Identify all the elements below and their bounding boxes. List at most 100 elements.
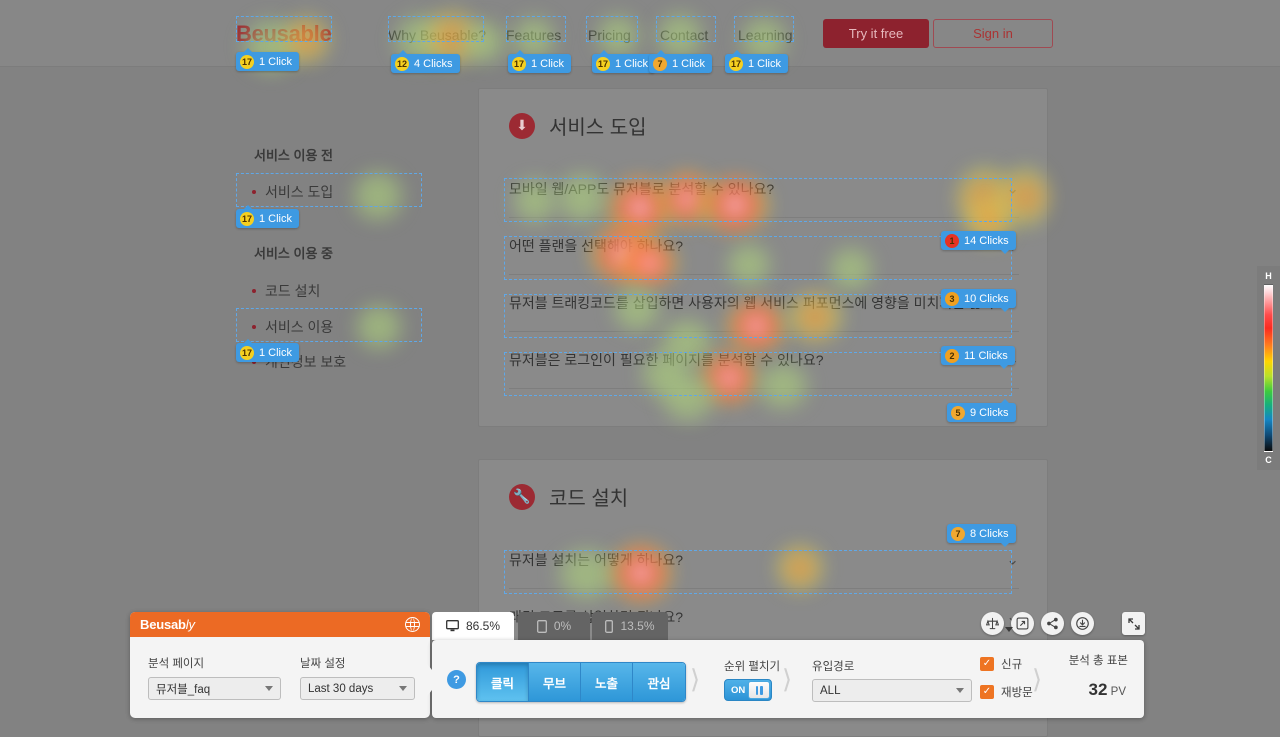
divider-chevron: ⟩ <box>690 664 701 694</box>
faq-question-text: 모바일 웹/APP도 뮤저블로 분석할 수 있나요? <box>509 181 775 197</box>
callout-tail <box>999 365 1008 369</box>
callout-tail <box>244 48 252 52</box>
device-tab-desktop[interactable]: 86.5% <box>432 612 514 640</box>
click-count-badge[interactable]: 7 1 Click <box>649 50 713 73</box>
legend-gradient-bar <box>1264 284 1273 452</box>
click-count-badge[interactable]: 1 14 Clicks <box>941 231 1016 254</box>
rank-toggle[interactable]: ON <box>724 679 772 701</box>
sidebar-group-title: 서비스 이용 전 <box>254 148 333 163</box>
click-count-badge[interactable]: 17 1 Click <box>236 339 300 362</box>
bullet-icon <box>252 289 256 294</box>
callout-tail <box>244 205 252 209</box>
callout-tail <box>1000 308 1009 312</box>
divider-chevron: ⟩ <box>1032 664 1043 694</box>
click-count-label: 1 Click <box>259 346 293 359</box>
click-count-label: 4 Clicks <box>414 57 453 70</box>
divider-chevron: ⟩ <box>782 664 793 694</box>
visitor-filter-0[interactable]: ✓ 신규 <box>980 656 1022 672</box>
sample-value-row: 32 PV <box>1089 680 1126 700</box>
download-icon[interactable] <box>1071 612 1094 635</box>
mode-button-0[interactable]: 클릭 <box>477 663 529 701</box>
compare-icon[interactable] <box>981 612 1004 635</box>
rank-badge: 17 <box>596 56 610 71</box>
click-count-label: 11 Clicks <box>964 349 1008 362</box>
globe-icon[interactable] <box>405 617 420 632</box>
click-count-badge[interactable]: 17 1 Click <box>508 50 572 73</box>
click-count-label: 10 Clicks <box>964 292 1009 305</box>
beusably-logo-main: Beusab <box>140 617 186 632</box>
date-select[interactable]: Last 30 days <box>300 677 415 700</box>
beusably-logo: Beusably <box>140 617 195 632</box>
faq-question-row[interactable]: 뮤저블 설치는 어떻게 하나요? ⌄ <box>509 532 1019 589</box>
site-logo[interactable]: Beusable <box>236 21 332 47</box>
faq-question-text: 뮤저블 설치는 어떻게 하나요? <box>509 552 684 568</box>
legend-hot-label: H <box>1265 271 1272 281</box>
mode-button-2[interactable]: 노출 <box>581 663 633 701</box>
click-count-badge[interactable]: 17 1 Click <box>592 50 656 73</box>
collapse-panel-button[interactable] <box>1122 612 1145 635</box>
nav-link-2[interactable]: Pricing <box>588 27 631 43</box>
click-count-badge[interactable]: 5 9 Clicks <box>947 399 1016 422</box>
click-count-label: 1 Click <box>672 57 706 70</box>
sidebar-item-label: 코드 설치 <box>265 283 321 299</box>
sample-unit: PV <box>1110 686 1126 698</box>
device-tab-tablet[interactable]: 0% <box>518 612 590 640</box>
panel-collapse-notch[interactable] <box>424 660 440 700</box>
sidebar-item-label: 서비스 이용 <box>265 319 334 335</box>
click-count-badge[interactable]: 12 4 Clicks <box>391 50 460 73</box>
sign-in-button[interactable]: Sign in <box>933 19 1053 48</box>
panel-header: Beusably <box>130 612 430 637</box>
referrer-select[interactable]: ALL <box>812 679 972 702</box>
referrer-select-value: ALL <box>820 684 841 697</box>
page-select[interactable]: 뮤저블_faq <box>148 677 281 700</box>
visitor-filter-label: 신규 <box>1001 659 1023 671</box>
faq-card-title: 서비스 도입 <box>549 117 647 139</box>
nav-link-3[interactable]: Contact <box>660 27 708 43</box>
nav-link-4[interactable]: Learning <box>738 27 793 43</box>
click-count-label: 9 Clicks <box>970 406 1009 419</box>
callout-tail <box>1000 543 1009 547</box>
mode-button-1[interactable]: 무브 <box>529 663 581 701</box>
desktop-icon <box>446 620 459 632</box>
checkbox-checked-icon: ✓ <box>980 685 994 699</box>
device-tab-mobile[interactable]: 13.5% <box>592 612 668 640</box>
sidebar-item-3[interactable]: 코드 설치 <box>252 281 320 301</box>
try-it-free-button[interactable]: Try it free <box>823 19 929 48</box>
bullet-icon <box>252 325 256 330</box>
click-count-badge[interactable]: 2 11 Clicks <box>941 346 1015 369</box>
page-field-label: 분석 페이지 <box>148 658 205 670</box>
sidebar-item-4[interactable]: 서비스 이용 <box>252 317 333 337</box>
compare-dropdown-caret[interactable] <box>1005 627 1013 632</box>
chevron-down-icon[interactable]: ⌄ <box>1006 553 1019 568</box>
heatmap-controls-panel: 클릭 무브 노출 관심 ⟩ 순위 펼치기 ON ⟩ 유입경로 ALL ✓ 신규 ✓ 재방문 … <box>432 640 1144 718</box>
nav-link-0[interactable]: Why Beusable? <box>388 27 486 43</box>
click-count-badge[interactable]: 17 1 Click <box>236 205 300 228</box>
device-tab-value: 13.5% <box>620 619 655 633</box>
mode-button-3[interactable]: 관심 <box>633 663 685 701</box>
callout-tail <box>1000 250 1009 254</box>
visitor-filter-label: 재방문 <box>1001 687 1033 699</box>
edit-icon[interactable] <box>1011 612 1034 635</box>
device-tab-value: 0% <box>553 619 572 633</box>
help-button[interactable]: ? <box>447 670 466 689</box>
rank-toggle-state: ON <box>731 684 746 696</box>
click-count-badge[interactable]: 17 1 Click <box>236 48 300 71</box>
sample-value: 32 <box>1088 680 1108 699</box>
beusably-logo-italic: ly <box>185 617 195 632</box>
click-count-badge[interactable]: 7 8 Clicks <box>947 524 1016 547</box>
click-count-badge[interactable]: 17 1 Click <box>725 50 789 73</box>
click-count-label: 1 Click <box>748 57 782 70</box>
click-count-label: 1 Click <box>615 57 649 70</box>
chevron-down-icon[interactable]: ⌄ <box>1006 182 1019 197</box>
faq-question-row[interactable]: 모바일 웹/APP도 뮤저블로 분석할 수 있나요? ⌄ <box>509 161 1019 218</box>
share-icon[interactable] <box>1041 612 1064 635</box>
sidebar-item-1[interactable]: 서비스 도입 <box>252 182 333 202</box>
faq-card: ⬇ 서비스 도입 모바일 웹/APP도 뮤저블로 분석할 수 있나요? ⌄ 어떤 플랜을… <box>478 88 1048 427</box>
nav-link-1[interactable]: Features <box>506 27 561 43</box>
visitor-filter-1[interactable]: ✓ 재방문 <box>980 684 1033 700</box>
click-count-badge[interactable]: 3 10 Clicks <box>941 289 1016 312</box>
rank-badge: 12 <box>395 56 409 71</box>
rank-badge: 17 <box>240 54 254 69</box>
callout-tail <box>657 50 665 54</box>
faq-card-header: ⬇ 서비스 도입 <box>509 111 647 140</box>
